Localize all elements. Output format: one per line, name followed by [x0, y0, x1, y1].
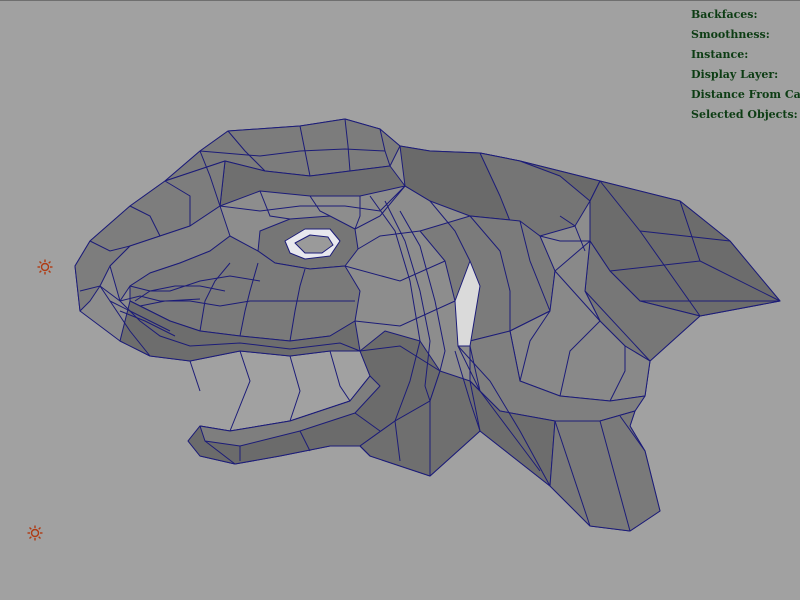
hud-display-layer: Display Layer: — [691, 68, 779, 81]
hud-selected-objects: Selected Objects: — [691, 108, 798, 121]
hud-info-panel: Backfaces: Smoothness: Instance: Display… — [691, 5, 800, 125]
hud-distance-from-camera: Distance From Came — [691, 88, 800, 101]
hud-instance: Instance: — [691, 48, 749, 61]
viewport-3d[interactable]: Backfaces: Smoothness: Instance: Display… — [0, 0, 800, 600]
directional-light-icon[interactable] — [37, 259, 53, 275]
directional-light-icon[interactable] — [27, 525, 43, 541]
polygon-mesh-creature-head[interactable] — [0, 1, 800, 600]
hud-smoothness: Smoothness: — [691, 28, 770, 41]
hud-backfaces: Backfaces: — [691, 8, 758, 21]
